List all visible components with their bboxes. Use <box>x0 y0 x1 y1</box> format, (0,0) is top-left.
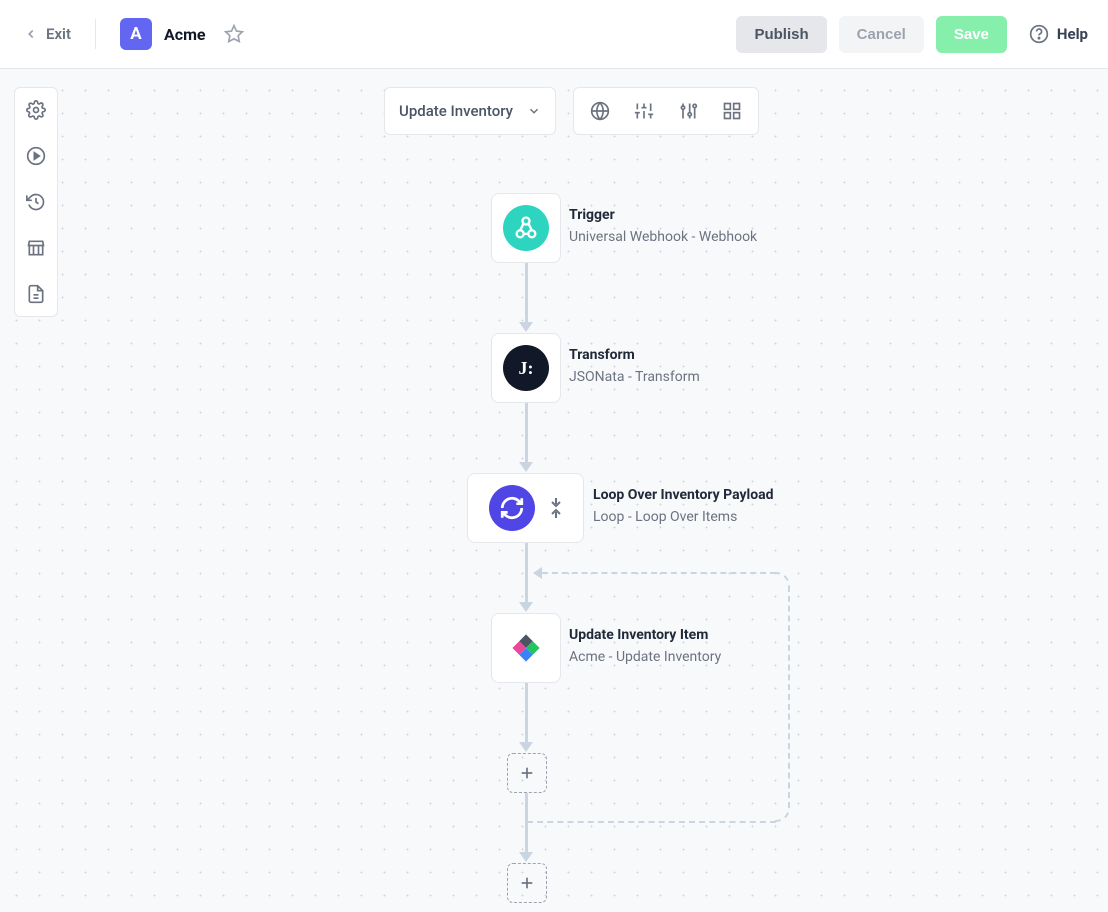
help-button[interactable]: Help <box>1029 24 1088 44</box>
loop-connector <box>774 806 790 822</box>
node-trigger-label: Trigger Universal Webhook - Webhook <box>569 206 757 247</box>
help-icon <box>1029 24 1049 44</box>
workflow-select[interactable]: Update Inventory <box>384 87 556 135</box>
node-update[interactable] <box>491 613 561 683</box>
node-transform[interactable]: J: <box>491 333 561 403</box>
connector <box>525 793 528 853</box>
history-icon[interactable] <box>24 190 48 214</box>
node-loop-label: Loop Over Inventory Payload Loop - Loop … <box>593 486 774 527</box>
left-toolbar <box>14 87 58 317</box>
arrow-down-icon <box>519 322 533 332</box>
node-trigger[interactable] <box>491 193 561 263</box>
arrow-down-icon <box>519 602 533 612</box>
arrow-down-icon <box>519 462 533 472</box>
exit-button[interactable]: Exit <box>24 25 71 43</box>
file-icon[interactable] <box>24 282 48 306</box>
svg-text:J:: J: <box>519 358 534 378</box>
plus-icon <box>519 765 535 781</box>
sliders-icon[interactable] <box>634 101 654 121</box>
plus-icon <box>519 875 535 891</box>
gear-icon[interactable] <box>24 98 48 122</box>
sliders-alt-icon[interactable] <box>678 101 698 121</box>
add-node-button[interactable] <box>507 753 547 793</box>
arrow-left-icon <box>533 567 542 579</box>
cancel-button[interactable]: Cancel <box>839 16 924 53</box>
node-transform-label: Transform JSONata - Transform <box>569 346 700 387</box>
brand-name: Acme <box>164 25 206 44</box>
connector <box>525 683 528 743</box>
star-icon[interactable] <box>224 24 244 44</box>
add-node-button[interactable] <box>507 863 547 903</box>
help-label: Help <box>1057 25 1088 43</box>
arrow-down-icon <box>519 852 533 862</box>
chevron-left-icon <box>24 27 38 41</box>
acme-icon <box>509 631 543 665</box>
loop-connector <box>788 586 790 808</box>
brand-badge: A <box>120 18 152 50</box>
store-icon[interactable] <box>24 236 48 260</box>
webhook-icon <box>503 205 549 251</box>
node-update-label: Update Inventory Item Acme - Update Inve… <box>569 626 721 667</box>
exit-label: Exit <box>46 25 71 43</box>
loop-connector <box>527 821 776 823</box>
divider <box>95 19 96 49</box>
connector <box>525 543 528 603</box>
jsonata-icon: J: <box>503 345 549 391</box>
chevron-down-icon <box>527 104 541 118</box>
connector <box>525 403 528 463</box>
arrow-down-icon <box>519 742 533 752</box>
canvas[interactable]: Update Inventory <box>0 69 1108 912</box>
loop-icon <box>489 485 535 531</box>
connector <box>525 263 528 323</box>
globe-icon[interactable] <box>590 101 610 121</box>
merge-icon <box>549 498 563 518</box>
save-button[interactable]: Save <box>936 16 1007 53</box>
node-loop[interactable] <box>467 473 584 543</box>
workflow-select-label: Update Inventory <box>399 102 513 120</box>
play-circle-icon[interactable] <box>24 144 48 168</box>
publish-button[interactable]: Publish <box>736 16 826 53</box>
canvas-icon-strip <box>573 87 759 135</box>
brand: A Acme <box>120 18 244 50</box>
grid-icon[interactable] <box>722 101 742 121</box>
app-header: Exit A Acme Publish Cancel Save Help <box>0 0 1108 69</box>
canvas-toolbar: Update Inventory <box>384 87 759 135</box>
loop-connector <box>542 572 776 574</box>
